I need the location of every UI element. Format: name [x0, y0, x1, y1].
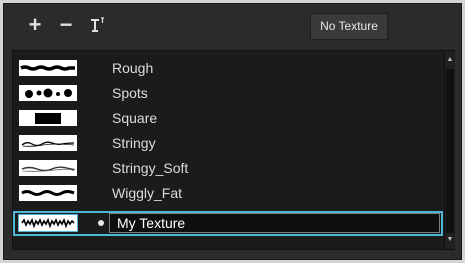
list-item-spots[interactable]: Spots — [13, 81, 443, 106]
scroll-down-arrow-icon[interactable]: ▼ — [445, 235, 455, 245]
list-item-wiggly-fat[interactable]: Wiggly_Fat — [13, 181, 443, 206]
texture-list: Rough Spots Square Stringy Stringy_Soft … — [12, 50, 455, 250]
texture-thumbnail — [19, 110, 77, 126]
texture-thumbnail — [19, 60, 77, 76]
current-texture-indicator — [98, 220, 104, 226]
texture-label: Stringy — [112, 135, 156, 151]
list-item-stringy[interactable]: Stringy — [13, 131, 443, 156]
scroll-up-arrow-icon[interactable]: ▲ — [445, 55, 455, 65]
plus-icon[interactable]: + — [26, 14, 44, 36]
rename-icon[interactable] — [88, 16, 106, 34]
texture-thumbnail — [19, 135, 77, 151]
texture-label[interactable]: My Texture — [117, 215, 185, 231]
texture-label: Square — [112, 110, 158, 126]
texture-label: Spots — [112, 85, 148, 101]
texture-label: Wiggly_Fat — [112, 185, 183, 201]
toolbar: + − No Texture — [4, 4, 461, 50]
vertical-scrollbar[interactable]: ▲ ▼ — [444, 51, 455, 249]
scrollbar-track[interactable] — [446, 69, 454, 233]
rename-glyph — [91, 17, 104, 32]
list-item-my-texture[interactable]: My Texture — [13, 211, 443, 236]
list-item-stringy-soft[interactable]: Stringy_Soft — [13, 156, 443, 181]
list-item-square[interactable]: Square — [13, 106, 443, 131]
texture-label: Stringy_Soft — [112, 160, 189, 176]
texture-panel: + − No Texture Rough Spots Square String… — [3, 3, 462, 260]
texture-thumbnail — [19, 85, 77, 101]
texture-thumbnail — [19, 185, 77, 201]
minus-icon[interactable]: − — [57, 14, 75, 36]
texture-label: Rough — [112, 60, 154, 76]
no-texture-button[interactable]: No Texture — [310, 13, 388, 40]
texture-thumbnail — [18, 214, 78, 232]
list-item-rough[interactable]: Rough — [13, 56, 443, 81]
texture-thumbnail — [19, 160, 77, 176]
